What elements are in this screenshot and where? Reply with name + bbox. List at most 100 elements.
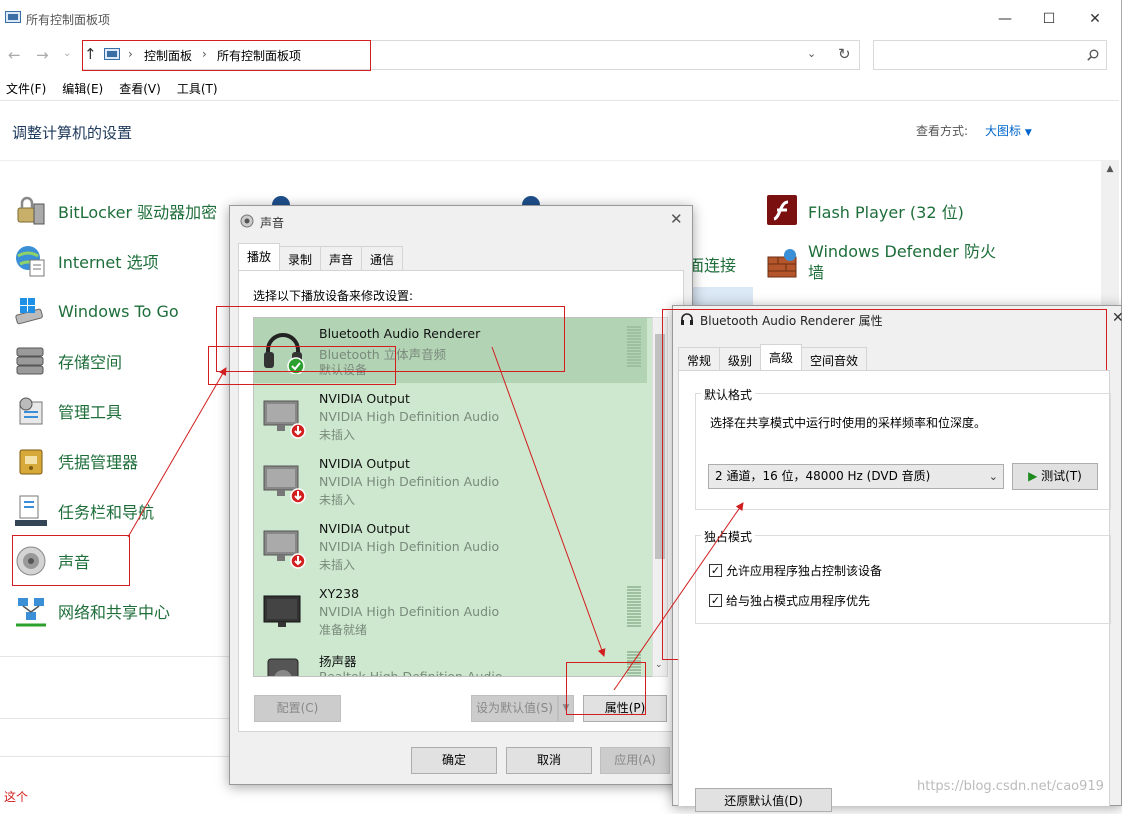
divider (0, 160, 1119, 161)
tab-spatial-sound[interactable]: 空间音效 (801, 347, 868, 371)
cp-item-firewall[interactable]: Windows Defender 防火 墙 (766, 241, 996, 283)
test-button[interactable]: ▶ 测试(T) (1012, 463, 1098, 490)
back-arrow-icon[interactable]: ← (8, 46, 21, 64)
cp-item-label: Flash Player (32 位) (808, 203, 964, 222)
divider (0, 100, 1119, 101)
tab-sounds[interactable]: 声音 (320, 246, 363, 270)
tab-advanced[interactable]: 高级 (760, 344, 803, 371)
cp-item-label: Internet 选项 (58, 253, 159, 272)
list-item[interactable]: XY238 NVIDIA High Definition Audio 准备就绪 (254, 578, 647, 643)
annotation-text: 这个 (4, 790, 29, 804)
cp-item-partial-label[interactable]: 面连接 (688, 252, 736, 276)
tab-general[interactable]: 常规 (678, 347, 721, 371)
window-title: 所有控制面板项 (26, 13, 111, 27)
device-name: XY238 (319, 586, 360, 601)
view-by-value: 大图标 (985, 124, 1022, 138)
volume-meter (627, 326, 641, 368)
format-select[interactable]: 2 通道，16 位，48000 Hz (DVD 音质) ⌄ (708, 464, 1004, 489)
breadcrumb-item[interactable]: 控制面板 (144, 47, 192, 64)
menu-bar: 文件(F) 编辑(E) 查看(V) 工具(T) (6, 80, 234, 100)
up-arrow-icon[interactable]: ↑ (84, 45, 97, 63)
scroll-down-icon[interactable]: ⌄ (655, 660, 663, 670)
format-select-value: 2 通道，16 位，48000 Hz (DVD 音质) (715, 469, 931, 483)
close-icon[interactable]: ✕ (670, 210, 683, 228)
device-status: 未插入 (319, 558, 356, 572)
cp-item-label: 管理工具 (58, 403, 123, 422)
cp-item-windows-to-go[interactable]: Windows To Go (14, 294, 179, 328)
tab-playback[interactable]: 播放 (238, 243, 281, 270)
list-item[interactable]: NVIDIA Output NVIDIA High Definition Aud… (254, 383, 647, 448)
menu-file[interactable]: 文件(F) (6, 80, 46, 100)
cp-item-internet-options[interactable]: Internet 选项 (14, 244, 159, 278)
cp-item-label: 凭据管理器 (58, 453, 139, 472)
set-default-button[interactable]: 设为默认值(S) (471, 695, 558, 722)
forward-arrow-icon[interactable]: → (36, 46, 49, 64)
view-by-label: 查看方式: (916, 124, 969, 138)
cp-item-label: Windows To Go (58, 301, 179, 321)
test-button-label: 测试(T) (1041, 469, 1082, 483)
annotation-box-properties (566, 662, 646, 715)
chevron-down-icon: ⌄ (988, 470, 998, 483)
recent-dropdown-icon[interactable]: ⌄ (63, 48, 71, 59)
annotation-box-device-icon (208, 346, 396, 385)
checkmark-icon: ✓ (709, 594, 722, 607)
cp-item-flash-player[interactable]: Flash Player (32 位) (766, 194, 964, 228)
cp-item-label: 任务栏和导航 (58, 503, 155, 522)
exclusive-mode-group (695, 535, 1111, 624)
search-input[interactable] (873, 40, 1107, 70)
tab-recording[interactable]: 录制 (279, 246, 322, 270)
exclusive-priority-checkbox[interactable]: ✓ 给与独占模式应用程序优先 (709, 592, 870, 609)
network-icon (16, 598, 46, 627)
hover-highlight (693, 287, 753, 305)
apply-button[interactable]: 应用(A) (600, 747, 670, 774)
device-description: NVIDIA High Definition Audio (319, 474, 500, 489)
breadcrumb-separator-icon: › (202, 47, 207, 61)
minimize-button[interactable]: — (982, 6, 1028, 32)
maximize-button[interactable]: ☐ (1026, 6, 1072, 32)
device-status: 未插入 (319, 493, 356, 507)
menu-view[interactable]: 查看(V) (119, 80, 161, 100)
group-title: 独占模式 (701, 528, 756, 545)
device-description: Realtek High Definition Audio (319, 669, 503, 677)
speaker-icon (267, 658, 299, 676)
allow-exclusive-checkbox[interactable]: ✓ 允许应用程序独占控制该设备 (709, 562, 882, 579)
cancel-button[interactable]: 取消 (506, 747, 592, 774)
cp-item-taskbar[interactable]: 任务栏和导航 (14, 494, 154, 528)
close-button[interactable]: ✕ (1072, 6, 1118, 32)
tab-communications[interactable]: 通信 (361, 246, 404, 270)
divider (0, 656, 230, 657)
restore-defaults-button[interactable]: 还原默认值(D) (695, 788, 832, 812)
flash-player-icon (767, 195, 797, 225)
view-by-dropdown[interactable]: 大图标 ▼ (985, 122, 1032, 139)
cp-item-admin-tools[interactable]: 管理工具 (14, 394, 122, 428)
device-description: NVIDIA High Definition Audio (319, 604, 500, 619)
address-dropdown-icon[interactable]: ⌄ (807, 47, 816, 60)
cp-item-credential-manager[interactable]: 凭据管理器 (14, 444, 138, 478)
checkmark-icon: ✓ (709, 564, 722, 577)
menu-edit[interactable]: 编辑(E) (62, 80, 103, 100)
scrollbar[interactable]: ▲ (1101, 160, 1119, 310)
cp-item-label: 网络和共享中心 (58, 603, 171, 622)
refresh-icon[interactable]: ↻ (838, 45, 851, 63)
cp-item-storage-spaces[interactable]: 存储空间 (14, 344, 122, 378)
tab-levels[interactable]: 级别 (719, 347, 762, 371)
cp-item-bitlocker[interactable]: BitLocker 驱动器加密 (14, 194, 217, 228)
device-name: NVIDIA Output (319, 391, 410, 406)
device-description: NVIDIA High Definition Audio (319, 409, 500, 424)
bitlocker-icon (17, 196, 45, 225)
list-item[interactable]: NVIDIA Output NVIDIA High Definition Aud… (254, 513, 647, 578)
scroll-up-icon[interactable]: ▲ (1101, 164, 1119, 174)
cp-item-network[interactable]: 网络和共享中心 (14, 594, 170, 628)
checkbox-label: 给与独占模式应用程序优先 (726, 594, 871, 608)
ok-button[interactable]: 确定 (411, 747, 497, 774)
list-item[interactable]: NVIDIA Output NVIDIA High Definition Aud… (254, 448, 647, 513)
chevron-down-icon: ▼ (1024, 128, 1032, 138)
breadcrumb-item[interactable]: 所有控制面板项 (217, 47, 301, 64)
close-icon[interactable]: ✕ (1112, 310, 1122, 326)
menu-tools[interactable]: 工具(T) (177, 80, 218, 100)
internet-options-icon (16, 246, 45, 277)
search-icon[interactable] (1087, 49, 1099, 61)
configure-button[interactable]: 配置(C) (254, 695, 341, 722)
monitor-icon (263, 595, 301, 627)
cp-item-label: Windows Defender 防火 墙 (808, 242, 996, 282)
